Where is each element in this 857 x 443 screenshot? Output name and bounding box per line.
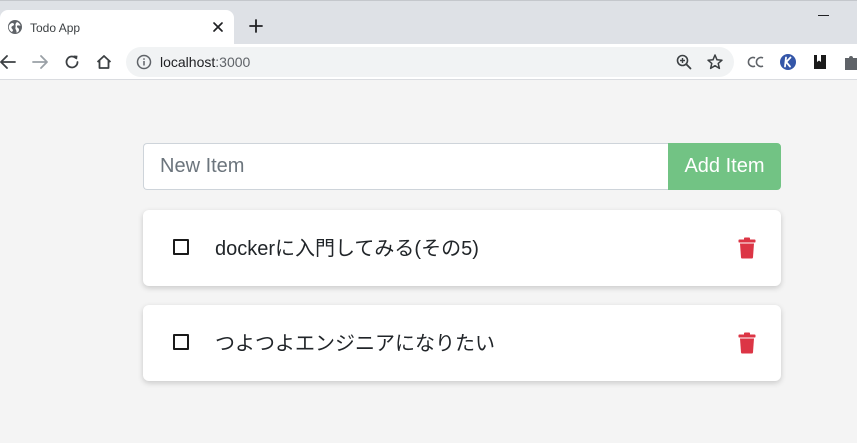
trash-icon[interactable] xyxy=(738,332,756,354)
todo-item: つよつよエンジニアになりたい xyxy=(143,305,781,381)
browser-tab[interactable]: Todo App xyxy=(0,10,234,45)
todo-checkbox[interactable] xyxy=(173,334,189,350)
zoom-icon[interactable] xyxy=(675,53,693,71)
new-tab-icon[interactable] xyxy=(247,17,265,35)
todo-checkbox[interactable] xyxy=(173,239,189,255)
home-icon[interactable] xyxy=(94,52,114,72)
forward-icon[interactable] xyxy=(30,52,50,72)
minimize-icon[interactable] xyxy=(818,15,829,16)
browser-tabstrip: Todo App xyxy=(0,0,857,45)
todo-item-name: つよつよエンジニアになりたい xyxy=(215,333,495,355)
globe-icon xyxy=(8,20,22,34)
url-text[interactable]: localhost:3000 xyxy=(160,54,250,70)
new-item-form: Add Item xyxy=(143,143,781,190)
extension-bookmark-icon[interactable] xyxy=(810,52,830,72)
todo-item: dockerに入門してみる(その5) xyxy=(143,210,781,286)
extension-k-icon[interactable] xyxy=(778,52,798,72)
new-item-input[interactable] xyxy=(143,143,669,190)
bookmark-star-icon[interactable] xyxy=(706,53,724,71)
url-port: :3000 xyxy=(215,54,251,70)
trash-icon[interactable] xyxy=(738,237,756,259)
tab-title: Todo App xyxy=(30,21,81,35)
browser-toolbar: localhost:3000 xyxy=(0,44,857,80)
close-icon[interactable] xyxy=(210,19,226,35)
extensions-puzzle-icon[interactable] xyxy=(842,52,857,72)
reload-icon[interactable] xyxy=(62,52,82,72)
info-icon[interactable] xyxy=(136,54,152,70)
back-icon[interactable] xyxy=(0,52,18,72)
url-host: localhost xyxy=(160,54,216,70)
todo-item-name: dockerに入門してみる(その5) xyxy=(215,238,479,260)
extension-cc-icon[interactable] xyxy=(746,52,766,72)
add-item-button[interactable]: Add Item xyxy=(668,143,781,190)
address-bar[interactable]: localhost:3000 xyxy=(126,47,734,77)
